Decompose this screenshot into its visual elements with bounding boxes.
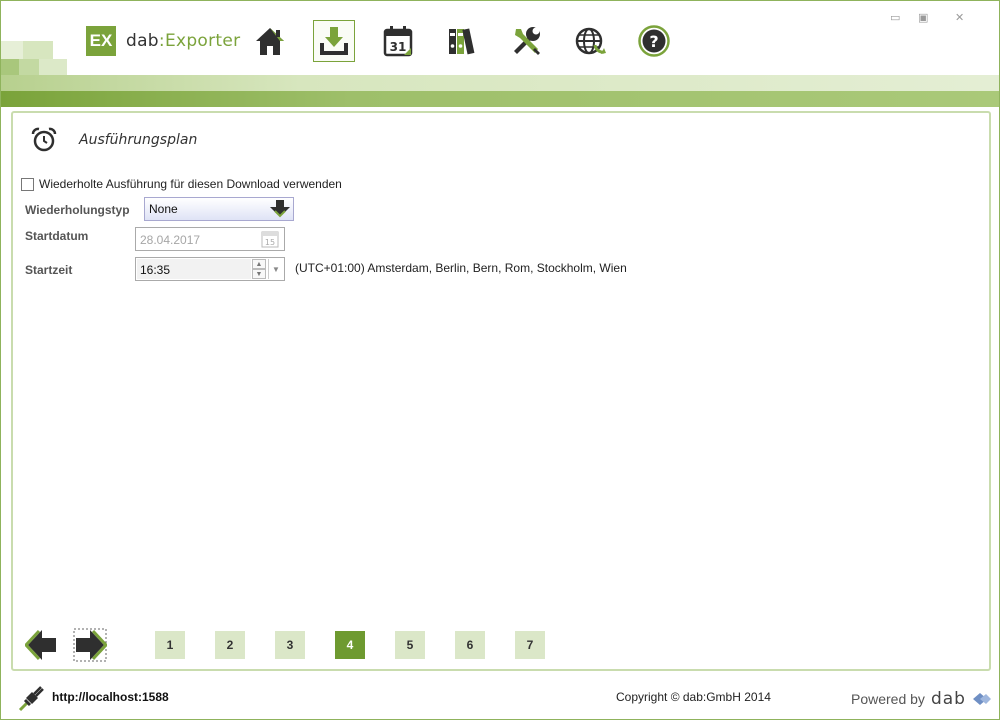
- step-button-6[interactable]: 6: [455, 631, 485, 659]
- alarm-clock-icon: [31, 127, 57, 152]
- binders-icon: [449, 28, 475, 55]
- repeat-type-select[interactable]: None: [144, 197, 294, 221]
- app-window: EX dab:Exporter 31 ? ▭ ▣ ✕ Ausführungspl…: [0, 0, 1000, 720]
- time-dropdown-button[interactable]: ▼: [268, 259, 283, 279]
- header-band-light: [1, 75, 999, 91]
- nav-home-button[interactable]: [249, 20, 291, 62]
- date-picker-icon[interactable]: 15: [261, 230, 279, 248]
- start-date-label: Startdatum: [25, 229, 89, 243]
- timezone-label: (UTC+01:00) Amsterdam, Berlin, Bern, Rom…: [295, 261, 627, 275]
- nav-calendar-button[interactable]: 31: [377, 20, 419, 62]
- close-button[interactable]: ✕: [955, 11, 964, 24]
- next-button[interactable]: [73, 628, 109, 662]
- powered-by-label: Powered by: [851, 691, 925, 707]
- plug-connection-icon: [18, 686, 44, 712]
- powered-by-brand: dab: [930, 689, 966, 709]
- arrow-left-icon: [23, 629, 56, 661]
- date-picker-day: 15: [265, 238, 275, 247]
- start-time-value[interactable]: 16:35: [137, 259, 251, 279]
- step-button-4[interactable]: 4: [335, 631, 365, 659]
- section-title: Ausführungsplan: [79, 132, 198, 148]
- start-date-value: 28.04.2017: [140, 233, 201, 247]
- content-panel: Ausführungsplan Wiederholte Ausführung f…: [11, 111, 991, 671]
- home-icon: [256, 28, 284, 55]
- step-button-7[interactable]: 7: [515, 631, 545, 659]
- step-button-3[interactable]: 3: [275, 631, 305, 659]
- nav-library-button[interactable]: [441, 20, 483, 62]
- maximize-button[interactable]: ▣: [918, 11, 928, 24]
- repeat-type-label: Wiederholungstyp: [25, 203, 130, 217]
- back-button[interactable]: [23, 628, 59, 662]
- minimize-button[interactable]: ▭: [890, 11, 900, 24]
- header-band-dark: [1, 91, 999, 107]
- step-button-5[interactable]: 5: [395, 631, 425, 659]
- logo-mark: EX: [86, 26, 116, 56]
- calendar-icon-day: 31: [390, 40, 407, 54]
- repeat-row: Wiederholte Ausführung für diesen Downlo…: [21, 177, 342, 191]
- repeat-checkbox[interactable]: [21, 177, 34, 191]
- repeat-checkbox-label[interactable]: Wiederholte Ausführung für diesen Downlo…: [39, 177, 342, 191]
- copyright-text: Copyright © dab:GmbH 2014: [616, 690, 771, 704]
- help-icon: ?: [638, 25, 670, 57]
- section-header: Ausführungsplan: [31, 127, 197, 153]
- powered-by: Powered by dab: [851, 689, 991, 709]
- app-logo: EX dab:Exporter: [86, 26, 240, 56]
- chevron-down-icon[interactable]: [269, 199, 291, 219]
- logo-name: Exporter: [164, 31, 241, 51]
- server-url: http://localhost:1588: [52, 690, 169, 704]
- footer: http://localhost:1588 Copyright © dab:Gm…: [1, 677, 999, 719]
- nav-download-button[interactable]: [313, 20, 355, 62]
- step-button-1[interactable]: 1: [155, 631, 185, 659]
- logo-text: dab:Exporter: [126, 31, 240, 51]
- calendar-icon: 31: [383, 26, 413, 57]
- step-button-2[interactable]: 2: [215, 631, 245, 659]
- download-tray-icon: [320, 27, 348, 55]
- header: EX dab:Exporter 31 ? ▭ ▣ ✕: [1, 1, 999, 107]
- time-spin-up-button[interactable]: ▲: [252, 259, 266, 269]
- dab-logo-icon: [972, 693, 991, 705]
- help-icon-glyph: ?: [649, 32, 658, 51]
- repeat-type-value: None: [149, 202, 178, 216]
- time-spin-down-button[interactable]: ▼: [252, 269, 266, 279]
- start-time-label: Startzeit: [25, 263, 73, 277]
- start-time-field[interactable]: 16:35 ▲ ▼ ▼: [135, 257, 285, 281]
- nav-tools-button[interactable]: [505, 20, 547, 62]
- globe-refresh-icon: [575, 27, 606, 55]
- tools-icon: [514, 27, 540, 55]
- logo-prefix: dab: [126, 31, 159, 51]
- nav-help-button[interactable]: ?: [633, 20, 675, 62]
- start-date-field[interactable]: 28.04.2017 15: [135, 227, 285, 251]
- nav-globe-button[interactable]: [569, 20, 611, 62]
- arrow-right-icon: [73, 628, 109, 662]
